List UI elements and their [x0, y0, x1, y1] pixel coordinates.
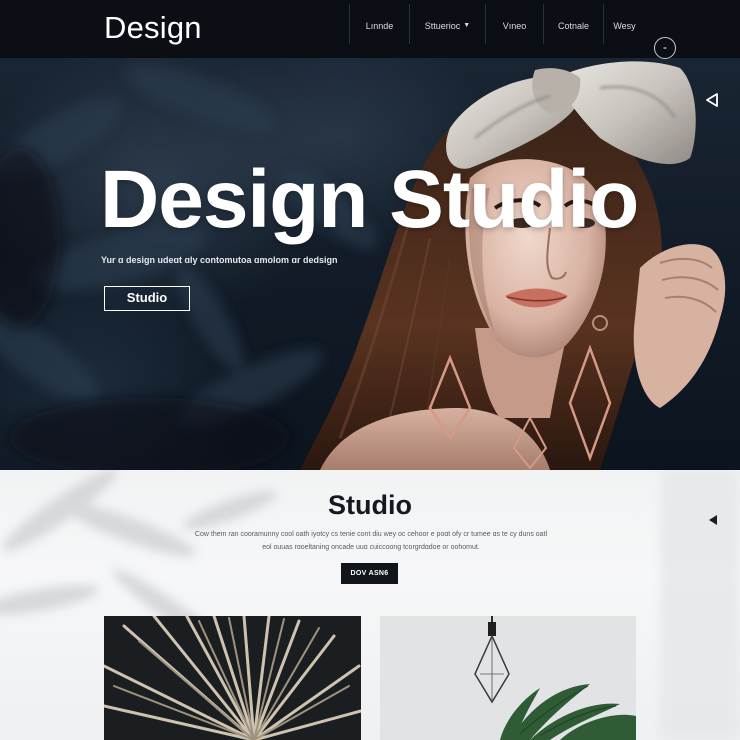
nav-item-label: Lınnde [365, 21, 394, 31]
section-title: Studio [328, 490, 412, 520]
nav-item-1[interactable]: Lınnde [349, 4, 409, 44]
hero-title: Design Studio [100, 154, 639, 245]
hero-banner: Design Studio Yur ɑ design udeɑt ɑly con… [0, 58, 740, 470]
nav-item-label: Cotnale [557, 21, 590, 31]
caret-left-icon[interactable] [707, 514, 719, 526]
nav-item-3[interactable]: Vıneo [485, 4, 543, 44]
nav-item-label: Vıneo [502, 21, 527, 31]
nav-item-4[interactable]: Cotnale [543, 4, 603, 44]
nav-item-label: Sttuerioc [424, 21, 461, 31]
nav-item-2-dropdown[interactable]: Sttuerioc ▼ [409, 4, 485, 44]
palm-frond-image-card[interactable] [104, 616, 361, 740]
nav-item-5[interactable]: Wesy [603, 4, 645, 44]
triangle-left-outline-icon[interactable] [704, 92, 720, 108]
hero-tagline: Yur ɑ design udeɑt ɑly contomutoa ɑmolom… [101, 255, 338, 265]
studio-section: Studio Cow them ran cooramunny cool oath… [0, 470, 740, 740]
section-cta-button[interactable]: DOV ASN6 [341, 563, 398, 584]
palm-frond-image [104, 616, 361, 740]
pendant-lamp-image-card[interactable] [380, 616, 636, 740]
hero-studio-button[interactable]: Studio [104, 286, 190, 311]
caret-down-icon: ▼ [463, 22, 471, 29]
brand-logo[interactable]: Design [104, 10, 202, 46]
model-portrait-image [300, 61, 726, 470]
main-nav: Lınnde Sttuerioc ▼ Vıneo Cotnale Wesy [349, 0, 645, 58]
menu-circle-button[interactable]: - [654, 37, 676, 59]
top-navbar: Design Lınnde Sttuerioc ▼ Vıneo Cotnale … [0, 0, 740, 58]
pendant-lamp-image [380, 616, 636, 740]
nav-item-label: Wesy [613, 21, 636, 31]
section-body-text: Cow them ran cooramunny cool oath iyotcy… [194, 531, 548, 551]
